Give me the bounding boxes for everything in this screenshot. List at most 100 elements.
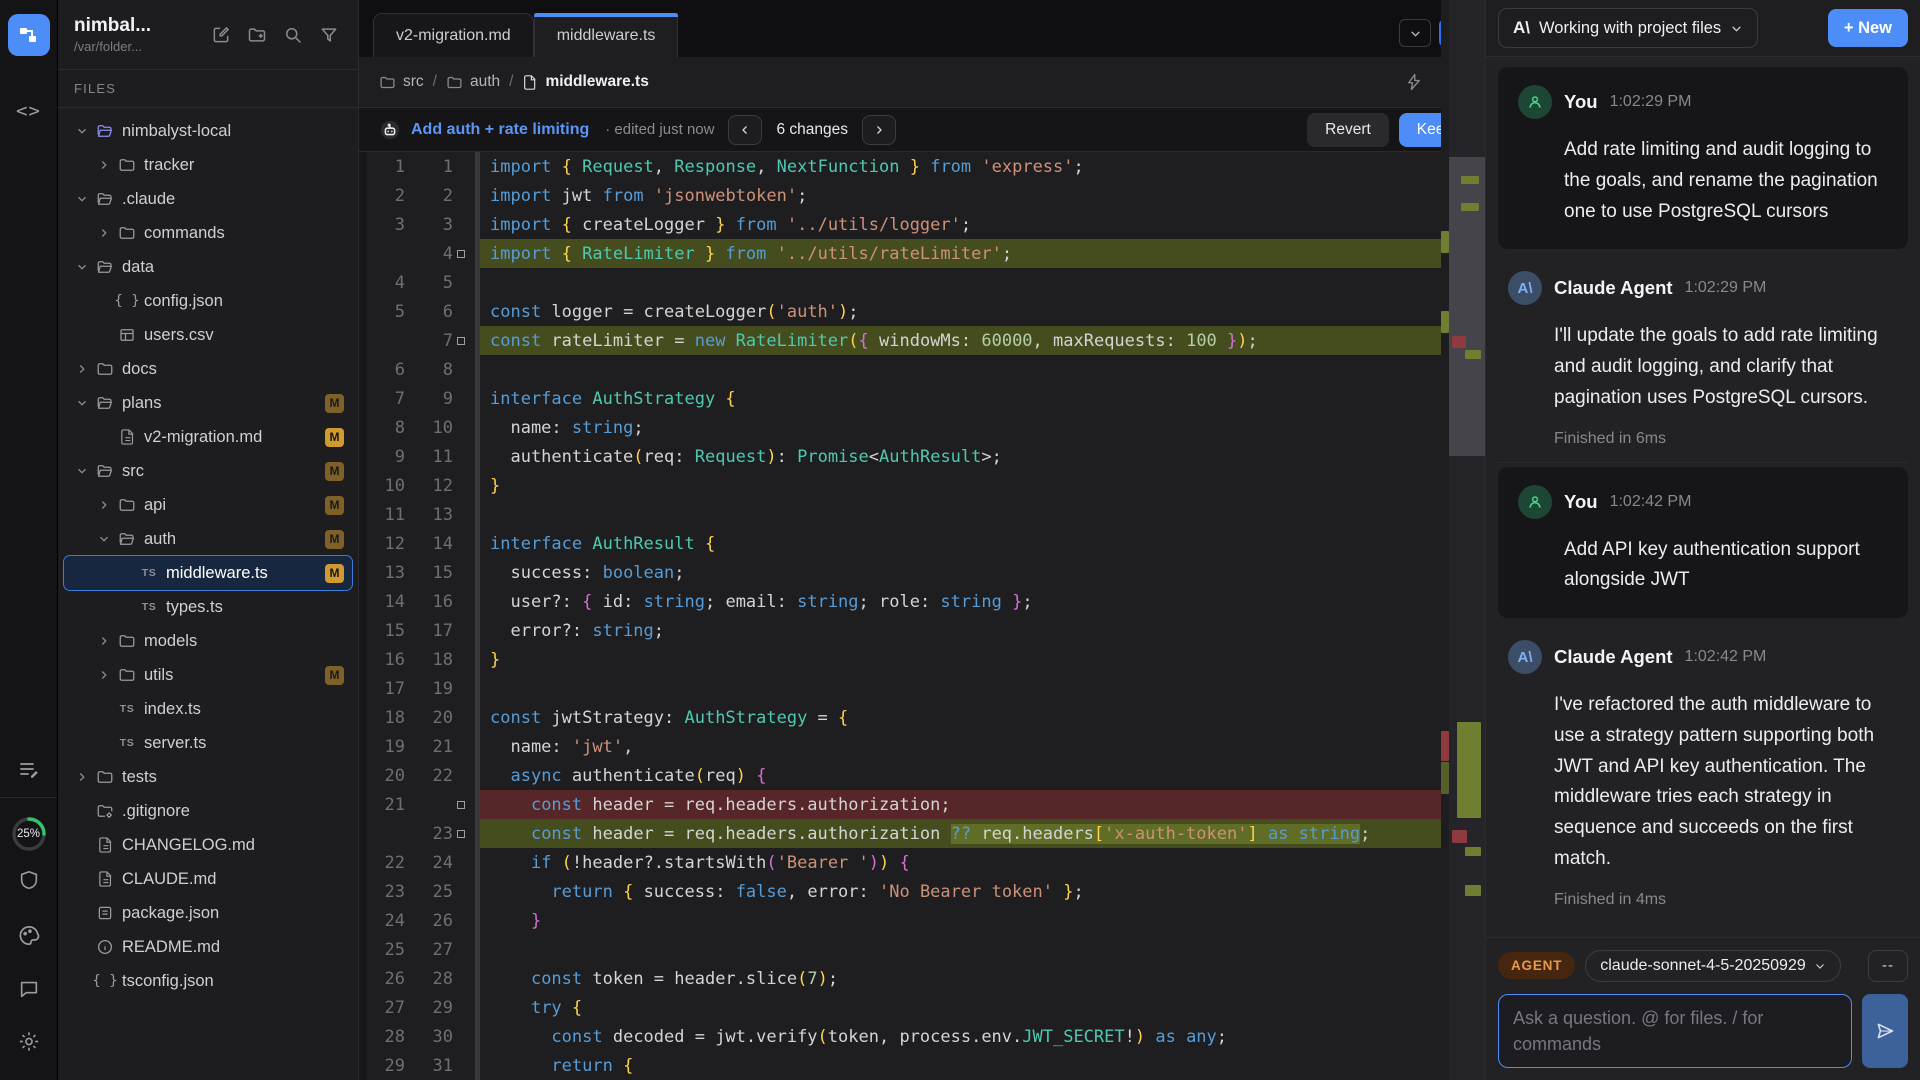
tree-item-package-json[interactable]: package.json — [64, 896, 352, 930]
chat-input[interactable]: Ask a question. @ for files. / for comma… — [1498, 994, 1852, 1068]
code-line[interactable]: 2830 const decoded = jwt.verify(token, p… — [359, 1022, 1441, 1051]
tree-item-docs[interactable]: docs — [64, 352, 352, 386]
tab-v2-migration[interactable]: v2-migration.md — [373, 13, 534, 57]
theme-palette-icon[interactable] — [17, 924, 40, 947]
chevron-down-icon[interactable] — [72, 396, 92, 410]
tasks-icon[interactable] — [17, 758, 41, 782]
tree-item-plans[interactable]: plansM — [64, 386, 352, 420]
code-line[interactable]: 45 — [359, 268, 1441, 297]
tree-item-utils[interactable]: utilsM — [64, 658, 352, 692]
code-line[interactable]: 1921 name: 'jwt', — [359, 732, 1441, 761]
code-line[interactable]: 22import jwt from 'jsonwebtoken'; — [359, 181, 1441, 210]
tree-item-middleware-ts[interactable]: TSmiddleware.tsM — [64, 556, 352, 590]
code-line[interactable]: 1315 success: boolean; — [359, 558, 1441, 587]
code-line[interactable]: 1416 user?: { id: string; email: string;… — [359, 587, 1441, 616]
code-line[interactable]: 23 const header = req.headers.authorizat… — [359, 819, 1441, 848]
send-icon[interactable] — [1862, 994, 1908, 1068]
code-line[interactable]: 4import { RateLimiter } from '../utils/r… — [359, 239, 1441, 268]
chevron-down-icon[interactable] — [72, 192, 92, 206]
context-usage-ring[interactable]: 25% — [9, 814, 49, 854]
code-line[interactable]: 2729 try { — [359, 993, 1441, 1022]
code-line[interactable]: 2931 return { — [359, 1051, 1441, 1080]
search-icon[interactable] — [278, 20, 308, 50]
tree-item-v2-migration-md[interactable]: v2-migration.mdM — [64, 420, 352, 454]
code-line[interactable]: 2426 } — [359, 906, 1441, 935]
new-session-button[interactable]: + New — [1828, 9, 1908, 47]
tree-item-data[interactable]: data — [64, 250, 352, 284]
code-line[interactable]: 2022 async authenticate(req) { — [359, 761, 1441, 790]
code-line[interactable]: 33import { createLogger } from '../utils… — [359, 210, 1441, 239]
chevron-right-icon[interactable] — [72, 770, 92, 784]
tree-item-auth[interactable]: authM — [64, 522, 352, 556]
feedback-chat-icon[interactable] — [18, 978, 40, 1000]
settings-gear-icon[interactable] — [17, 1030, 40, 1053]
tree-item-changelog-md[interactable]: CHANGELOG.md — [64, 828, 352, 862]
code-line[interactable]: 68 — [359, 355, 1441, 384]
code-line[interactable]: 56const logger = createLogger('auth'); — [359, 297, 1441, 326]
code-line[interactable]: 1820const jwtStrategy: AuthStrategy = { — [359, 703, 1441, 732]
code-line[interactable]: 1113 — [359, 500, 1441, 529]
tree-item--claude[interactable]: .claude — [64, 182, 352, 216]
code-line[interactable]: 911 authenticate(req: Request): Promise<… — [359, 442, 1441, 471]
tab-list-dropdown-icon[interactable] — [1399, 19, 1431, 47]
composer-more-button[interactable]: -- — [1868, 950, 1908, 982]
chevron-right-icon[interactable] — [94, 226, 114, 240]
tree-item-tsconfig-json[interactable]: { }tsconfig.json — [64, 964, 352, 998]
tree-item-tests[interactable]: tests — [64, 760, 352, 794]
breadcrumb-src[interactable]: src — [379, 73, 424, 91]
chevron-right-icon[interactable] — [94, 158, 114, 172]
chevron-right-icon[interactable] — [94, 668, 114, 682]
chevron-right-icon[interactable] — [72, 362, 92, 376]
model-selector[interactable]: claude-sonnet-4-5-20250929 — [1585, 950, 1840, 982]
chevron-down-icon[interactable] — [72, 464, 92, 478]
new-folder-icon[interactable] — [242, 20, 272, 50]
tree-item-server-ts[interactable]: TSserver.ts — [64, 726, 352, 760]
chevron-down-icon[interactable] — [72, 260, 92, 274]
code-line[interactable]: 1719 — [359, 674, 1441, 703]
code-line[interactable]: 2224 if (!header?.startsWith('Bearer '))… — [359, 848, 1441, 877]
tree-item-config-json[interactable]: { }config.json — [64, 284, 352, 318]
code-line[interactable]: 79interface AuthStrategy { — [359, 384, 1441, 413]
code-line[interactable]: 2325 return { success: false, error: 'No… — [359, 877, 1441, 906]
tree-item-users-csv[interactable]: users.csv — [64, 318, 352, 352]
breadcrumb-auth[interactable]: auth — [446, 73, 500, 91]
tree-item-claude-md[interactable]: CLAUDE.md — [64, 862, 352, 896]
code-line[interactable]: 1012} — [359, 471, 1441, 500]
tree-item-readme-md[interactable]: README.md — [64, 930, 352, 964]
scrollbar-thumb[interactable] — [1449, 157, 1485, 456]
tree-item--gitignore[interactable]: .gitignore — [64, 794, 352, 828]
code-line[interactable]: 1618} — [359, 645, 1441, 674]
new-file-icon[interactable] — [206, 20, 236, 50]
code-line[interactable]: 2527 — [359, 935, 1441, 964]
chevron-down-icon[interactable] — [94, 532, 114, 546]
format-bolt-icon[interactable] — [1399, 67, 1429, 97]
session-dropdown[interactable]: A\ Working with project files — [1498, 8, 1758, 48]
tree-item-src[interactable]: srcM — [64, 454, 352, 488]
code-line[interactable]: 1517 error?: string; — [359, 616, 1441, 645]
filter-icon[interactable] — [314, 20, 344, 50]
breadcrumb-file[interactable]: middleware.ts — [522, 73, 648, 91]
shield-icon[interactable] — [18, 868, 40, 892]
change-set-title[interactable]: Add auth + rate limiting — [411, 121, 589, 139]
app-logo-icon[interactable] — [8, 14, 50, 56]
prev-change-icon[interactable] — [728, 115, 762, 145]
chevron-right-icon[interactable] — [94, 498, 114, 512]
tree-item-commands[interactable]: commands — [64, 216, 352, 250]
revert-button[interactable]: Revert — [1307, 113, 1389, 147]
tree-item-tracker[interactable]: tracker — [64, 148, 352, 182]
code-view-icon[interactable]: <> — [16, 100, 41, 122]
scrollbar-track[interactable] — [1449, 0, 1485, 1080]
code-line[interactable]: 21 const header = req.headers.authorizat… — [359, 790, 1441, 819]
tab-middleware[interactable]: middleware.ts — [534, 13, 679, 57]
code-line[interactable]: 11import { Request, Response, NextFuncti… — [359, 152, 1441, 181]
code-line[interactable]: 1214interface AuthResult { — [359, 529, 1441, 558]
code-line[interactable]: 7const rateLimiter = new RateLimiter({ w… — [359, 326, 1441, 355]
chevron-down-icon[interactable] — [72, 124, 92, 138]
tree-item-models[interactable]: models — [64, 624, 352, 658]
tree-item-types-ts[interactable]: TStypes.ts — [64, 590, 352, 624]
next-change-icon[interactable] — [862, 115, 896, 145]
chevron-right-icon[interactable] — [94, 634, 114, 648]
tree-item-nimbalyst-local[interactable]: nimbalyst-local — [64, 114, 352, 148]
tree-item-api[interactable]: apiM — [64, 488, 352, 522]
tree-item-index-ts[interactable]: TSindex.ts — [64, 692, 352, 726]
